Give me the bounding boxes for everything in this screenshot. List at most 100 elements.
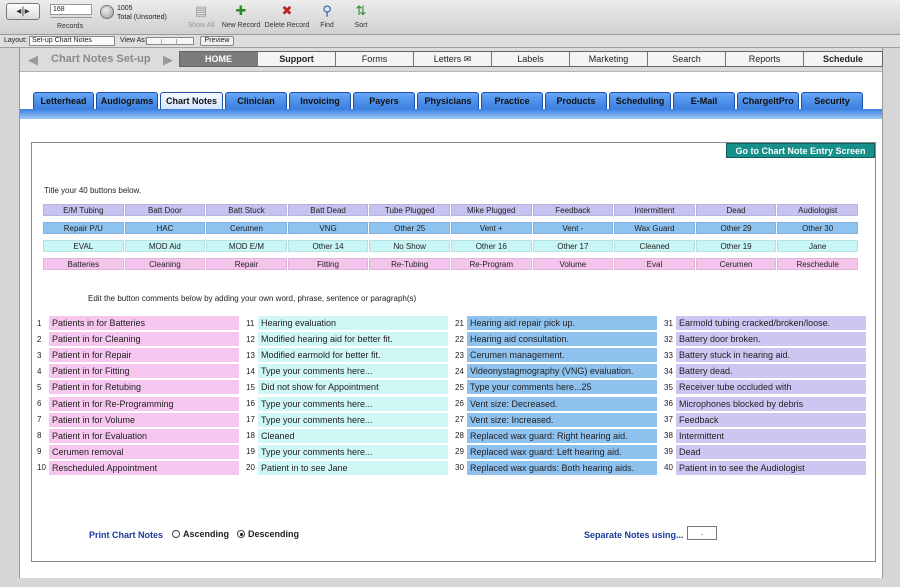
button-title-field[interactable]: Re-Program — [450, 258, 532, 270]
button-title-field[interactable]: Cleaning — [124, 258, 206, 270]
button-title-field[interactable]: Fitting — [287, 258, 369, 270]
button-title-field[interactable]: Re-Tubing — [369, 258, 450, 270]
button-title-field[interactable]: Audiologist — [777, 204, 858, 216]
comment-field[interactable]: Type your comments here... — [258, 412, 448, 427]
button-title-field[interactable]: Cleaned — [614, 240, 695, 252]
tab-chargeitpro[interactable]: ChargeItPro — [737, 92, 799, 109]
button-title-field[interactable]: Wax Guard — [614, 222, 695, 234]
sort-button[interactable]: ⇅ Sort — [335, 4, 387, 29]
preview-button[interactable]: Preview — [200, 36, 234, 46]
comment-field[interactable]: Patient in for Repair — [49, 348, 239, 363]
tab-security[interactable]: Security — [801, 92, 863, 109]
button-title-field[interactable]: Dead — [695, 204, 777, 216]
tab-email[interactable]: E-Mail — [673, 92, 735, 109]
comment-field[interactable]: Intermittent — [676, 428, 866, 443]
record-number-field[interactable]: 168 — [50, 4, 92, 15]
button-title-field[interactable]: Other 19 — [695, 240, 777, 252]
button-title-field[interactable]: Other 16 — [450, 240, 532, 252]
nav-reports[interactable]: Reports — [726, 52, 804, 66]
comment-field[interactable]: Battery door broken. — [676, 332, 866, 347]
comment-field[interactable]: Patient in to see Jane — [258, 460, 448, 475]
comment-field[interactable]: Replaced wax guard: Left hearing aid. — [467, 444, 657, 459]
button-title-field[interactable]: Volume — [532, 258, 614, 270]
button-title-field[interactable]: VNG — [287, 222, 369, 234]
comment-field[interactable]: Hearing aid repair pick up. — [467, 316, 657, 331]
forward-arrow-icon[interactable]: ▶ — [163, 53, 173, 68]
comment-field[interactable]: Hearing aid consultation. — [467, 332, 657, 347]
tab-invoicing[interactable]: Invoicing — [289, 92, 351, 109]
button-title-field[interactable]: Repair P/U — [43, 222, 124, 234]
comment-field[interactable]: Videonystagmography (VNG) evaluation. — [467, 364, 657, 379]
tab-chart-notes[interactable]: Chart Notes — [160, 92, 223, 109]
record-book-navigator[interactable]: ◂|▸ — [6, 3, 40, 20]
descending-radio[interactable]: Descending — [237, 529, 299, 539]
button-title-field[interactable]: Other 29 — [695, 222, 777, 234]
comment-field[interactable]: Patient in for Volume — [49, 412, 239, 427]
button-title-field[interactable]: Other 14 — [287, 240, 369, 252]
comment-field[interactable]: Patient in for Fitting — [49, 364, 239, 379]
comment-field[interactable]: Earmold tubing cracked/broken/loose. — [676, 316, 866, 331]
comment-field[interactable]: Microphones blocked by debris — [676, 396, 866, 411]
ascending-radio[interactable]: Ascending — [172, 529, 229, 539]
button-title-field[interactable]: EVAL — [43, 240, 124, 252]
button-title-field[interactable]: Jane — [777, 240, 858, 252]
button-title-field[interactable]: Eval — [614, 258, 695, 270]
layout-select[interactable]: Set-up Chart Notes — [29, 36, 115, 46]
tab-products[interactable]: Products — [545, 92, 607, 109]
comment-field[interactable]: Dead — [676, 444, 866, 459]
comment-field[interactable]: Replaced wax guard: Right hearing aid. — [467, 428, 657, 443]
button-title-field[interactable]: Other 25 — [369, 222, 450, 234]
tab-letterhead[interactable]: Letterhead — [33, 92, 94, 109]
button-title-field[interactable]: Other 30 — [777, 222, 858, 234]
comment-field[interactable]: Type your comments here...25 — [467, 380, 657, 395]
button-title-field[interactable]: Feedback — [532, 204, 614, 216]
back-arrow-icon[interactable]: ◀ — [28, 53, 38, 68]
button-title-field[interactable]: Reschedule — [777, 258, 858, 270]
nav-letters[interactable]: Letters ✉ — [414, 52, 492, 66]
comment-field[interactable]: Vent size: Decreased. — [467, 396, 657, 411]
comment-field[interactable]: Cerumen management. — [467, 348, 657, 363]
tab-payers[interactable]: Payers — [353, 92, 415, 109]
comment-field[interactable]: Battery stuck in hearing aid. — [676, 348, 866, 363]
comment-field[interactable]: Type your comments here... — [258, 364, 448, 379]
comment-field[interactable]: Hearing evaluation — [258, 316, 448, 331]
button-title-field[interactable]: Batt Stuck — [206, 204, 287, 216]
comment-field[interactable]: Cerumen removal — [49, 444, 239, 459]
button-title-field[interactable]: Cerumen — [206, 222, 287, 234]
comment-field[interactable]: Patient in for Cleaning — [49, 332, 239, 347]
button-title-field[interactable]: E/M Tubing — [43, 204, 124, 216]
button-title-field[interactable]: Batteries — [43, 258, 124, 270]
tab-audiograms[interactable]: Audiograms — [96, 92, 158, 109]
button-title-field[interactable]: MOD E/M — [206, 240, 287, 252]
comment-field[interactable]: Battery dead. — [676, 364, 866, 379]
view-as-buttons[interactable] — [146, 37, 194, 45]
record-slider[interactable] — [50, 17, 92, 21]
tab-clinician[interactable]: Clinician — [225, 92, 287, 109]
tab-scheduling[interactable]: Scheduling — [609, 92, 671, 109]
comment-field[interactable]: Did not show for Appointment — [258, 380, 448, 395]
comment-field[interactable]: Patient in for Re-Programming — [49, 396, 239, 411]
comment-field[interactable]: Receiver tube occluded with — [676, 380, 866, 395]
comment-field[interactable]: Vent size: Increased. — [467, 412, 657, 427]
comment-field[interactable]: Patients in for Batteries — [49, 316, 239, 331]
button-title-field[interactable]: Vent + — [450, 222, 532, 234]
button-title-field[interactable]: Batt Dead — [287, 204, 369, 216]
button-title-field[interactable]: Tube Plugged — [369, 204, 450, 216]
comment-field[interactable]: Cleaned — [258, 428, 448, 443]
nav-labels[interactable]: Labels — [492, 52, 570, 66]
goto-chart-note-entry-button[interactable]: Go to Chart Note Entry Screen — [726, 143, 875, 158]
comment-field[interactable]: Patient in to see the Audiologist — [676, 460, 866, 475]
comment-field[interactable]: Type your comments here... — [258, 444, 448, 459]
button-title-field[interactable]: Intermittent — [614, 204, 695, 216]
button-title-field[interactable]: Mike Plugged — [450, 204, 532, 216]
button-title-field[interactable]: Other 17 — [532, 240, 614, 252]
nav-search[interactable]: Search — [648, 52, 726, 66]
comment-field[interactable]: Modified hearing aid for better fit. — [258, 332, 448, 347]
button-title-field[interactable]: Batt Door — [124, 204, 206, 216]
tab-physicians[interactable]: Physicians — [417, 92, 479, 109]
nav-schedule[interactable]: Schedule — [804, 52, 882, 66]
comment-field[interactable]: Rescheduled Appointment — [49, 460, 239, 475]
nav-marketing[interactable]: Marketing — [570, 52, 648, 66]
comment-field[interactable]: Replaced wax guards: Both hearing aids. — [467, 460, 657, 475]
nav-forms[interactable]: Forms — [336, 52, 414, 66]
